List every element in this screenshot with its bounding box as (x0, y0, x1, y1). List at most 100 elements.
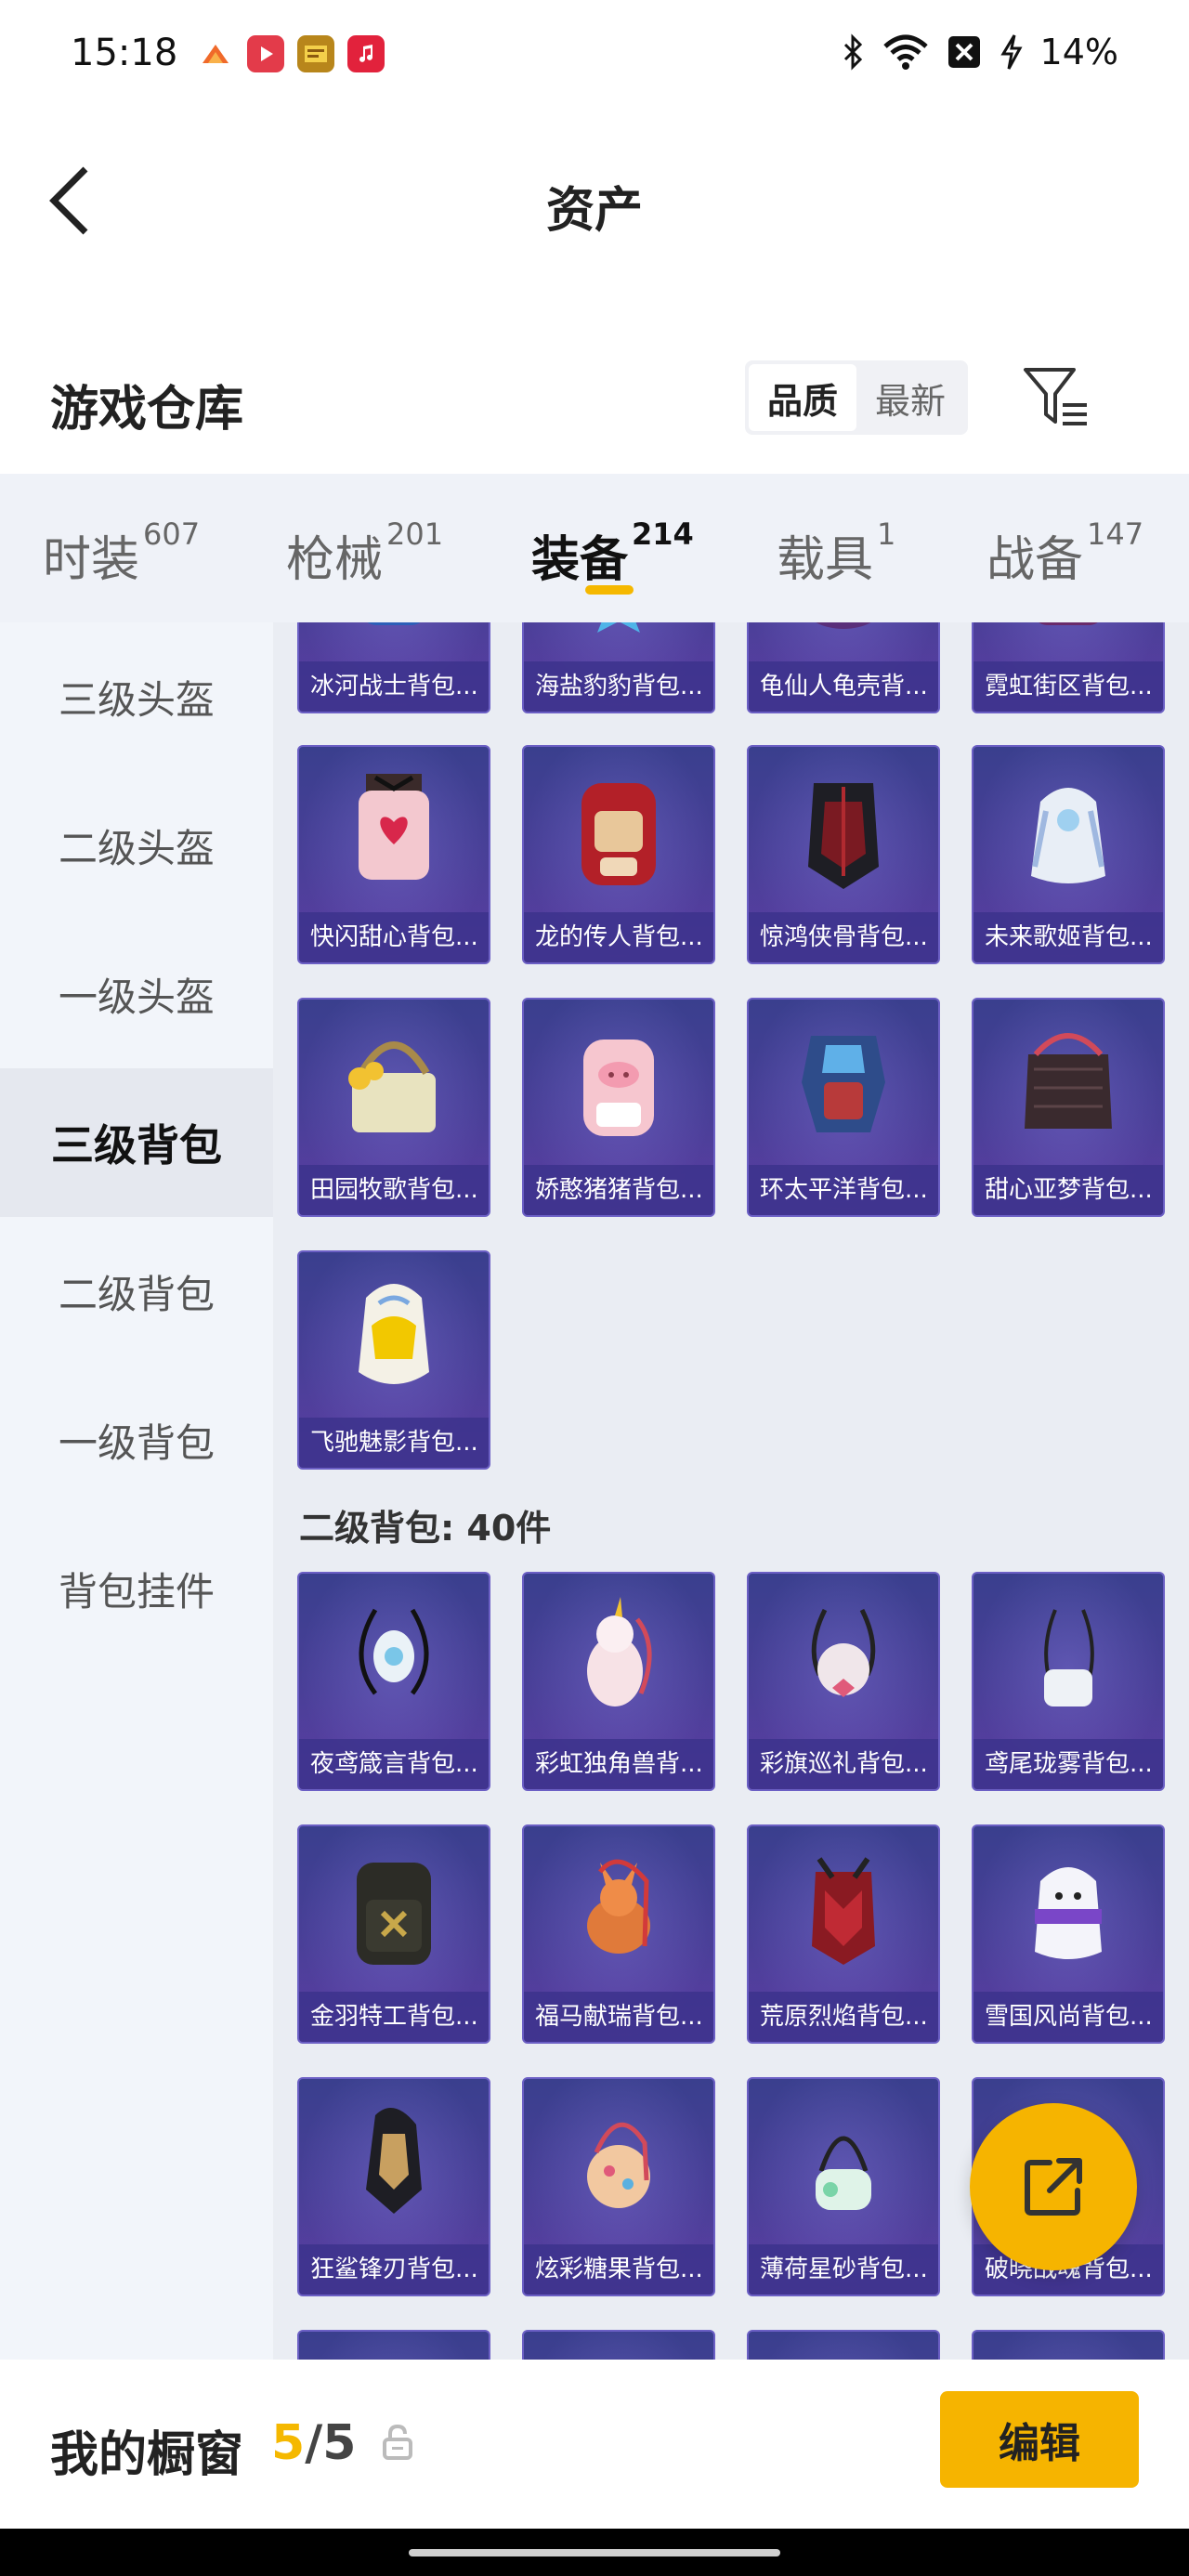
card-glow (524, 2332, 713, 2360)
item-card[interactable]: 狂鲨锋刃背包... (297, 2077, 490, 2296)
showcase-count: 5/5 (271, 2415, 357, 2471)
item-name: 飞驰魅影背包... (299, 1418, 489, 1468)
item-card[interactable] (972, 2330, 1165, 2360)
backpack-icon (749, 747, 938, 912)
item-card[interactable]: 鸢尾珑雾背包... (972, 1572, 1165, 1791)
tab-supplies[interactable]: 战备 147 (986, 517, 1143, 590)
item-card[interactable] (747, 2330, 940, 2360)
backpack-icon (524, 1000, 713, 1165)
item-card[interactable]: 冰河战士背包... (297, 622, 490, 713)
news-icon (297, 35, 334, 72)
item-card[interactable]: 彩虹独角兽背... (522, 1572, 715, 1791)
backpack-icon (299, 1574, 489, 1739)
backpack-icon (299, 1000, 489, 1165)
item-card[interactable]: 甜心亚梦背包... (972, 998, 1165, 1217)
tab-vehicles[interactable]: 载具 1 (777, 517, 895, 590)
battery-level: 14% (1039, 32, 1118, 72)
backpack-icon (524, 2079, 713, 2244)
item-name: 未来歌姬背包... (973, 912, 1163, 962)
sidebar-item-level1-backpack[interactable]: 一级背包 (0, 1366, 273, 1514)
item-name: 龙的传人背包... (524, 912, 713, 962)
sort-quality-button[interactable]: 品质 (749, 364, 856, 431)
item-card[interactable]: 雪国风尚背包... (972, 1824, 1165, 2044)
item-name: 霓虹街区背包... (973, 661, 1163, 712)
item-card[interactable] (522, 2330, 715, 2360)
item-name: 金羽特工背包... (299, 1992, 489, 2042)
warehouse-title: 游戏仓库 (50, 382, 244, 438)
backpack-icon (749, 1574, 938, 1739)
sidebar-item-level2-backpack[interactable]: 二级背包 (0, 1217, 273, 1366)
item-name: 龟仙人龟壳背... (749, 661, 938, 712)
backpack-icon (973, 1826, 1163, 1992)
item-card[interactable]: 海盐豹豹背包... (522, 622, 715, 713)
sidebar-item-level3-backpack[interactable]: 三级背包 (0, 1068, 273, 1217)
item-name: 环太平洋背包... (749, 1165, 938, 1215)
item-card[interactable]: 荒原烈焰背包... (747, 1824, 940, 2044)
item-card[interactable]: 金羽特工背包... (297, 1824, 490, 2044)
item-name: 夜鸢箴言背包... (299, 1739, 489, 1789)
backpack-icon (524, 1826, 713, 1992)
backpack-icon (749, 1000, 938, 1165)
share-fab-button[interactable] (970, 2103, 1137, 2270)
item-card[interactable]: 田园牧歌背包... (297, 998, 490, 1217)
sidebar-item-level2-helmet[interactable]: 二级头盔 (0, 771, 273, 920)
item-card[interactable]: 彩旗巡礼背包... (747, 1572, 940, 1791)
item-card[interactable]: 夜鸢箴言背包... (297, 1572, 490, 1791)
item-card[interactable]: 霓虹街区背包... (972, 622, 1165, 713)
tab-guns[interactable]: 枪械 201 (286, 517, 443, 590)
item-card[interactable]: 未来歌姬背包... (972, 745, 1165, 964)
item-card[interactable]: 环太平洋背包... (747, 998, 940, 1217)
item-card[interactable]: 飞驰魅影背包... (297, 1250, 490, 1470)
item-card[interactable]: 快闪甜心背包... (297, 745, 490, 964)
item-grid: 冰河战士背包... 海盐豹豹背包... 龟仙人龟壳背... 霓虹街区背包... … (273, 622, 1189, 2360)
sidebar: 三级头盔 二级头盔 一级头盔 三级背包 二级背包 一级背包 背包挂件 (0, 622, 273, 2360)
item-name: 海盐豹豹背包... (524, 661, 713, 712)
sort-latest-button[interactable]: 最新 (856, 364, 964, 431)
sort-toggle: 品质 最新 (745, 360, 968, 435)
item-card[interactable]: 龟仙人龟壳背... (747, 622, 940, 713)
item-name: 福马献瑞背包... (524, 1992, 713, 2042)
item-card[interactable]: 薄荷星砂背包... (747, 2077, 940, 2296)
lock-icon (383, 2424, 412, 2460)
backpack-icon (524, 622, 713, 661)
active-tab-indicator (585, 585, 634, 595)
backpack-icon (524, 747, 713, 912)
backpack-icon (749, 622, 938, 661)
item-card[interactable]: 福马献瑞背包... (522, 1824, 715, 2044)
item-name: 惊鸿侠骨背包... (749, 912, 938, 962)
page-title: 资产 (545, 183, 643, 239)
sim-off-icon (947, 36, 980, 68)
filter-icon[interactable] (1022, 364, 1092, 429)
backpack-icon (299, 747, 489, 912)
sidebar-item-backpack-charm[interactable]: 背包挂件 (0, 1514, 273, 1663)
backpack-icon (299, 1252, 489, 1418)
item-card[interactable]: 炫彩糖果背包... (522, 2077, 715, 2296)
item-name: 荒原烈焰背包... (749, 1992, 938, 2042)
home-indicator[interactable] (409, 2549, 780, 2556)
item-card[interactable]: 龙的传人背包... (522, 745, 715, 964)
item-name: 炫彩糖果背包... (524, 2244, 713, 2295)
backpack-icon (749, 1826, 938, 1992)
card-glow (973, 2332, 1163, 2360)
sidebar-item-level3-helmet[interactable]: 三级头盔 (0, 622, 273, 771)
sidebar-item-level1-helmet[interactable]: 一级头盔 (0, 920, 273, 1068)
external-link-icon (1025, 2158, 1082, 2216)
item-name: 彩旗巡礼背包... (749, 1739, 938, 1789)
video-icon (247, 35, 284, 72)
item-name: 薄荷星砂背包... (749, 2244, 938, 2295)
card-glow (749, 2332, 938, 2360)
backpack-icon (299, 1826, 489, 1992)
tab-equipment[interactable]: 装备 214 (531, 517, 694, 590)
wifi-icon (882, 34, 928, 70)
backpack-icon (299, 622, 489, 661)
item-name: 彩虹独角兽背... (524, 1739, 713, 1789)
item-card[interactable] (297, 2330, 490, 2360)
tab-fashion[interactable]: 时装 607 (43, 517, 200, 590)
item-card[interactable]: 惊鸿侠骨背包... (747, 745, 940, 964)
bluetooth-icon (843, 33, 862, 71)
edit-button[interactable]: 编辑 (940, 2391, 1139, 2488)
showcase-title: 我的橱窗 (50, 2427, 244, 2483)
item-name: 甜心亚梦背包... (973, 1165, 1163, 1215)
group-title-level2-backpack: 二级背包: 40件 (299, 1508, 552, 1549)
item-card[interactable]: 娇憨猪猪背包... (522, 998, 715, 1217)
